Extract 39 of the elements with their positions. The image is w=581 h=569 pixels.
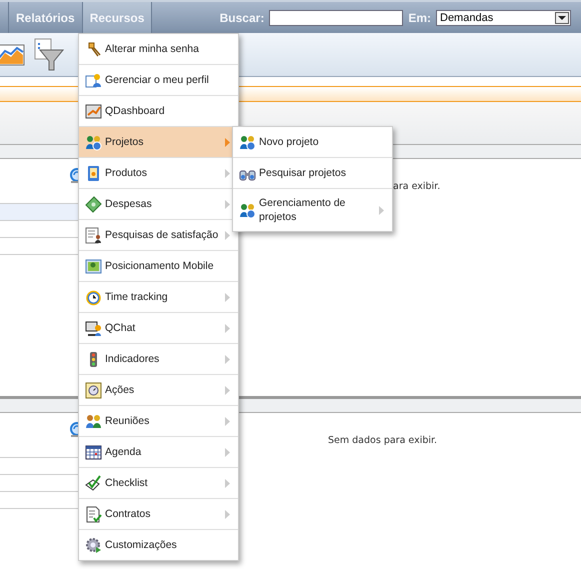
menu-item[interactable]: QChat (79, 313, 238, 344)
scope-label: Em: (408, 10, 431, 24)
empty-message: Sem dados para exibir. (328, 435, 438, 446)
people-icon (85, 412, 102, 430)
checkmark-icon (85, 474, 102, 492)
dropdown-caret-icon (555, 12, 569, 24)
menu-item[interactable]: Checklist (79, 468, 238, 499)
menu-item[interactable]: Contratos (79, 499, 238, 530)
menu-item[interactable]: Novo projeto (233, 127, 392, 158)
profile-icon (85, 72, 102, 88)
phone-icon (85, 164, 102, 182)
search-field[interactable] (269, 10, 404, 26)
chart-icon (85, 102, 102, 120)
menu-item[interactable]: Indicadores (79, 344, 238, 375)
menu-item[interactable]: Reuniões (79, 406, 238, 437)
team-icon (239, 134, 256, 150)
calendar-icon (85, 444, 102, 460)
menu-item[interactable]: Ações (79, 375, 238, 406)
empty-message: ara exibir. (393, 181, 440, 192)
search-label: Buscar: (220, 10, 264, 24)
team-icon (239, 202, 256, 218)
menu-item[interactable]: Agenda (79, 437, 238, 468)
menu-item[interactable]: Alterar minha senha (79, 34, 238, 65)
alarm-clock-icon (85, 288, 102, 306)
menu-item[interactable]: Customizações (79, 530, 238, 560)
survey-icon (85, 226, 102, 244)
menu-item[interactable]: Pesquisar projetos (233, 158, 392, 189)
menu-item[interactable]: Time tracking (79, 282, 238, 313)
gear-icon (85, 536, 102, 554)
monitor-icon (85, 320, 102, 336)
filter-icon[interactable] (34, 38, 64, 72)
menu-item[interactable]: Posicionamento Mobile (79, 251, 238, 282)
scope-select[interactable]: Demandas (436, 10, 571, 26)
team-icon (85, 134, 102, 150)
document-icon (85, 506, 102, 522)
gauge-icon (85, 382, 102, 398)
picture-icon (85, 258, 102, 274)
menu-item[interactable]: Gerenciar o meu perfil (79, 65, 238, 96)
banknote-icon (85, 196, 102, 212)
